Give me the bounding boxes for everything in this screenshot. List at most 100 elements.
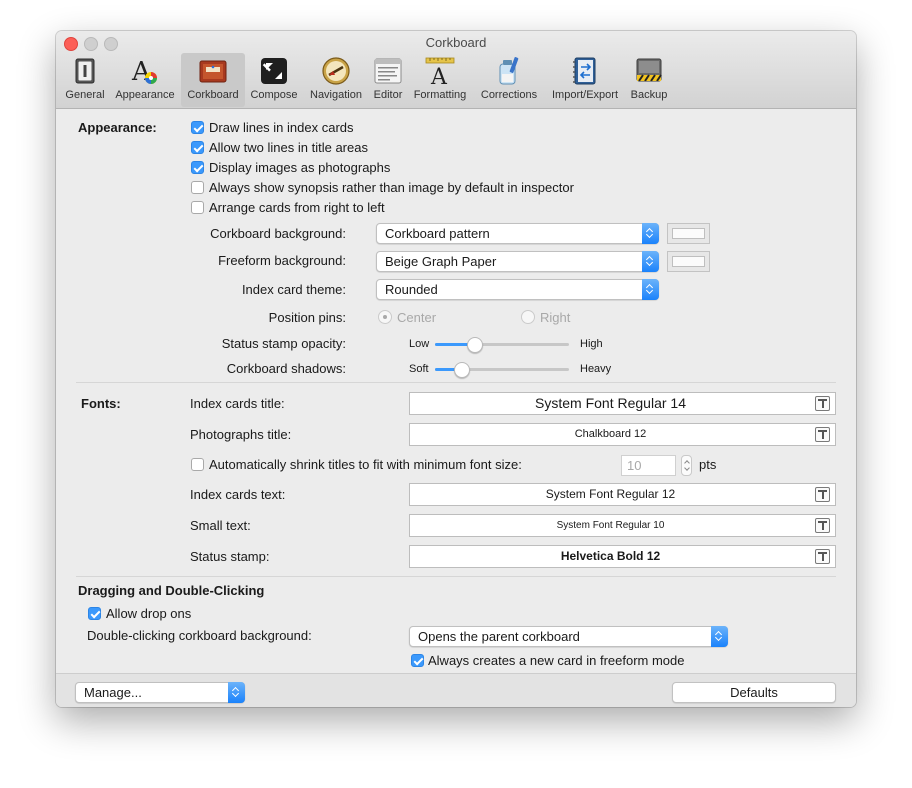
index-card-theme-value: Rounded <box>385 282 438 297</box>
always-synopsis-label: Always show synopsis rather than image b… <box>209 180 574 195</box>
separator <box>76 576 836 577</box>
pins-center-label: Center <box>397 310 437 325</box>
corkboard-background-label: Corkboard background: <box>210 226 346 241</box>
corkboard-pane: Appearance: Draw lines in index cards Al… <box>56 109 856 707</box>
freeform-background-label: Freeform background: <box>218 253 346 268</box>
double-click-label: Double-clicking corkboard background: <box>87 628 312 643</box>
opacity-min-label: Low <box>409 338 430 350</box>
corkboard-background-color-well[interactable] <box>667 223 710 244</box>
popup-arrows-icon <box>711 626 728 647</box>
index-cards-text-font-value: System Font Regular 12 <box>545 487 676 501</box>
tab-compose[interactable]: Compose <box>246 53 302 107</box>
manage-label: Manage... <box>84 685 142 700</box>
always-synopsis-checkbox[interactable] <box>191 181 204 194</box>
min-font-size-stepper[interactable] <box>681 455 692 476</box>
editor-icon <box>374 58 402 84</box>
two-lines-checkbox[interactable] <box>191 141 204 154</box>
index-cards-title-font-value: System Font Regular 14 <box>535 395 686 411</box>
index-cards-text-font-field: System Font Regular 12 <box>409 483 836 506</box>
allow-drop-ons-checkbox[interactable] <box>88 607 101 620</box>
shadows-min-label: Soft <box>409 363 429 375</box>
tab-navigation[interactable]: Navigation <box>303 53 369 107</box>
min-font-size-field[interactable]: 10 <box>621 455 676 476</box>
dragging-section-title: Dragging and Double-Clicking <box>78 583 265 598</box>
display-photographs-label: Display images as photographs <box>209 160 391 175</box>
formatting-icon: A <box>425 57 455 86</box>
separator <box>76 382 836 383</box>
min-font-size-unit: pts <box>699 457 717 472</box>
tab-import-export[interactable]: Import/Export <box>546 53 624 107</box>
right-to-left-checkbox[interactable] <box>191 201 204 214</box>
allow-drop-ons-label: Allow drop ons <box>106 606 192 621</box>
corkboard-background-popup[interactable]: Corkboard pattern <box>376 223 659 244</box>
pins-center-radio[interactable] <box>378 310 392 324</box>
display-photographs-checkbox[interactable] <box>191 161 204 174</box>
preferences-window: Corkboard General A Appearance Corkboard… <box>56 31 856 707</box>
double-click-popup[interactable]: Opens the parent corkboard <box>409 626 728 647</box>
corkboard-icon <box>199 60 227 83</box>
always-new-card-checkbox[interactable] <box>411 654 424 667</box>
tab-corrections[interactable]: Corrections <box>475 53 543 107</box>
tab-formatting[interactable]: A Formatting <box>408 53 472 107</box>
status-stamp-font-value: Helvetica Bold 12 <box>560 549 661 563</box>
draw-lines-label: Draw lines in index cards <box>209 120 354 135</box>
tab-appearance[interactable]: A Appearance <box>110 53 180 107</box>
status-stamp-opacity-label: Status stamp opacity: <box>221 336 346 351</box>
tab-general[interactable]: General <box>60 53 110 107</box>
tab-editor[interactable]: Editor <box>369 53 407 107</box>
auto-shrink-checkbox[interactable] <box>191 458 204 471</box>
compose-icon <box>261 58 287 84</box>
double-click-value: Opens the parent corkboard <box>418 629 580 644</box>
popup-arrows-icon <box>642 251 659 272</box>
popup-arrows-icon <box>228 682 245 703</box>
tab-backup[interactable]: Backup <box>626 53 672 107</box>
two-lines-label: Allow two lines in title areas <box>209 140 368 155</box>
index-cards-text-label: Index cards text: <box>190 487 286 502</box>
popup-arrows-icon <box>642 279 659 300</box>
title-bar: Corkboard General A Appearance Corkboard… <box>56 31 856 109</box>
photographs-title-font-field: Chalkboard 12 <box>409 423 836 446</box>
pins-right-label: Right <box>540 310 571 325</box>
status-stamp-font-field: Helvetica Bold 12 <box>409 545 836 568</box>
small-text-font-value: System Font Regular 10 <box>556 520 665 531</box>
pins-right-radio[interactable] <box>521 310 535 324</box>
tab-corkboard[interactable]: Corkboard <box>181 53 245 107</box>
index-card-theme-popup[interactable]: Rounded <box>376 279 659 300</box>
always-new-card-label: Always creates a new card in freeform mo… <box>428 653 685 668</box>
general-icon <box>75 58 95 84</box>
defaults-button[interactable]: Defaults <box>672 682 836 703</box>
bottom-bar: Manage... Defaults <box>56 673 856 707</box>
corrections-icon <box>499 57 519 85</box>
corkboard-background-value: Corkboard pattern <box>385 226 490 241</box>
font-picker-icon[interactable] <box>815 549 830 564</box>
fonts-section-title: Fonts: <box>81 396 121 411</box>
photographs-title-label: Photographs title: <box>190 427 292 442</box>
font-picker-icon[interactable] <box>815 427 830 442</box>
font-picker-icon[interactable] <box>815 487 830 502</box>
right-to-left-label: Arrange cards from right to left <box>209 200 385 215</box>
small-text-font-field: System Font Regular 10 <box>409 514 836 537</box>
shadows-max-label: Heavy <box>580 363 612 375</box>
svg-text:A: A <box>430 65 448 86</box>
index-cards-title-label: Index cards title: <box>190 396 285 411</box>
manage-popup[interactable]: Manage... <box>75 682 245 703</box>
draw-lines-checkbox[interactable] <box>191 121 204 134</box>
window-title: Corkboard <box>425 35 487 50</box>
status-stamp-label: Status stamp: <box>190 549 270 564</box>
index-cards-title-font-field: System Font Regular 14 <box>409 392 836 415</box>
font-picker-icon[interactable] <box>815 396 830 411</box>
opacity-slider-thumb[interactable] <box>467 337 484 353</box>
auto-shrink-label: Automatically shrink titles to fit with … <box>209 457 522 472</box>
freeform-background-color-well[interactable] <box>667 251 710 272</box>
freeform-background-popup[interactable]: Beige Graph Paper <box>376 251 659 272</box>
backup-icon <box>636 58 662 82</box>
opacity-max-label: High <box>580 338 603 350</box>
shadows-slider-thumb[interactable] <box>453 362 470 378</box>
small-text-label: Small text: <box>190 518 251 533</box>
status-stamp-opacity-slider[interactable] <box>435 343 569 346</box>
photographs-title-font-value: Chalkboard 12 <box>574 428 647 440</box>
font-picker-icon[interactable] <box>815 518 830 533</box>
appearance-icon: A <box>131 57 157 86</box>
appearance-section-title: Appearance: <box>78 120 157 135</box>
import-export-icon <box>573 57 596 85</box>
